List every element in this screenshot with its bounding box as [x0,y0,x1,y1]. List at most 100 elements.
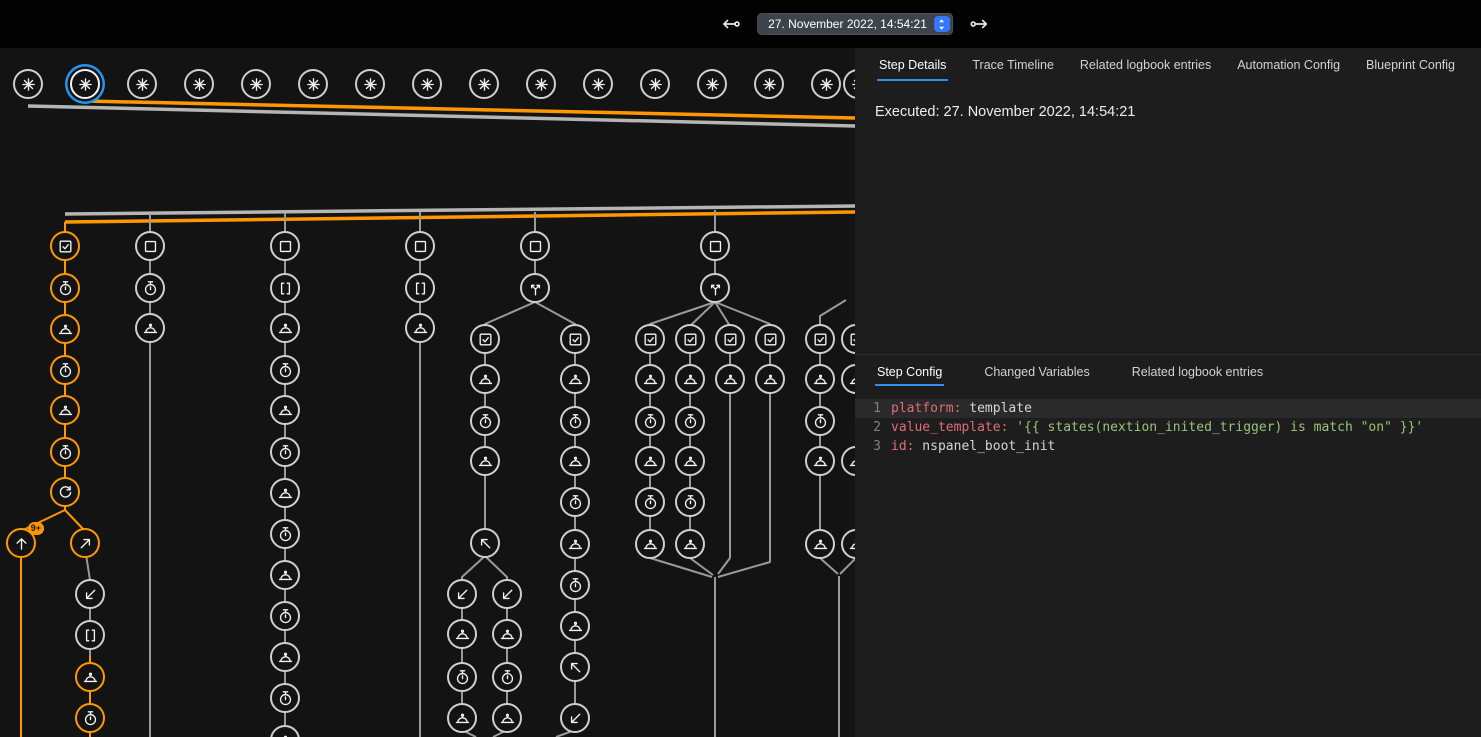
next-run-button[interactable] [969,13,991,35]
graph-node-service[interactable] [50,314,80,344]
graph-node-asterisk[interactable] [298,69,328,99]
graph-node-asterisk[interactable] [412,69,442,99]
graph-node-checkbox[interactable] [635,324,665,354]
graph-node-timer[interactable] [635,487,665,517]
graph-node-service[interactable] [715,364,745,394]
graph-node-arrow-down-left[interactable] [492,579,522,609]
graph-node-service[interactable] [75,662,105,692]
graph-node-service[interactable] [447,619,477,649]
graph-node-checkbox[interactable] [805,324,835,354]
tab-step-details[interactable]: Step Details [877,48,948,81]
graph-node-service[interactable] [135,313,165,343]
graph-node-service[interactable] [675,529,705,559]
graph-node-timer[interactable] [50,273,80,303]
graph-node-checkbox[interactable] [470,324,500,354]
graph-node-checkbox[interactable] [755,324,785,354]
graph-node-square[interactable] [405,231,435,261]
graph-node-asterisk[interactable] [640,69,670,99]
graph-node-timer[interactable] [560,406,590,436]
graph-node-service[interactable] [470,446,500,476]
graph-node-service[interactable] [560,529,590,559]
graph-node-arrow-up-right[interactable] [70,528,100,558]
graph-node-service[interactable] [270,313,300,343]
graph-node-checkbox[interactable] [715,324,745,354]
graph-node-square[interactable] [700,231,730,261]
graph-node-timer[interactable] [75,703,105,733]
graph-node-timer[interactable] [635,406,665,436]
graph-node-square[interactable] [135,231,165,261]
tab-trace-timeline[interactable]: Trace Timeline [970,48,1056,81]
run-select[interactable]: 27. November 2022, 14:54:21 [757,13,953,35]
graph-node-asterisk[interactable] [70,69,100,99]
graph-node-service[interactable] [50,395,80,425]
graph-node-service[interactable] [635,529,665,559]
graph-node-arrow-down-left[interactable] [560,703,590,733]
graph-node-service[interactable] [755,364,785,394]
tab-blueprint-config[interactable]: Blueprint Config [1364,48,1457,81]
graph-node-brackets[interactable] [75,620,105,650]
graph-node-timer[interactable] [805,406,835,436]
graph-node-service[interactable] [270,560,300,590]
tab-related-logbook-entries[interactable]: Related logbook entries [1078,48,1213,81]
graph-node-service[interactable] [841,446,855,476]
previous-run-button[interactable] [719,13,741,35]
graph-node-timer[interactable] [560,570,590,600]
graph-node-arrow-down-left[interactable] [447,579,477,609]
tab-related-logbook-entries[interactable]: Related logbook entries [1130,355,1265,386]
graph-node-timer[interactable] [492,662,522,692]
graph-node-asterisk[interactable] [526,69,556,99]
graph-node-service[interactable] [492,619,522,649]
graph-node-service[interactable] [805,364,835,394]
graph-node-service[interactable] [675,446,705,476]
graph-node-repeat[interactable] [50,477,80,507]
graph-node-service[interactable] [270,478,300,508]
graph-node-timer[interactable] [470,406,500,436]
graph-node-service[interactable] [635,446,665,476]
graph-node-timer[interactable] [135,273,165,303]
graph-node-service[interactable] [405,313,435,343]
graph-node-service[interactable] [841,529,855,559]
graph-node-asterisk[interactable] [583,69,613,99]
graph-node-split[interactable] [520,273,550,303]
graph-node-timer[interactable] [560,487,590,517]
graph-node-checkbox[interactable] [675,324,705,354]
yaml-code-viewer[interactable]: 1platform: template2value_template: '{{ … [855,399,1481,456]
graph-node-timer[interactable] [270,437,300,467]
graph-node-service[interactable] [635,364,665,394]
graph-node-service[interactable] [470,364,500,394]
graph-node-timer[interactable] [675,406,705,436]
graph-node-split[interactable] [700,273,730,303]
graph-node-asterisk[interactable] [355,69,385,99]
graph-node-timer[interactable] [675,487,705,517]
graph-node-square[interactable] [520,231,550,261]
graph-node-arrow-up[interactable]: 9+ [6,528,36,558]
graph-node-timer[interactable] [270,601,300,631]
graph-node-service[interactable] [560,611,590,641]
graph-node-timer[interactable] [270,683,300,713]
graph-node-service[interactable] [805,529,835,559]
graph-node-service[interactable] [841,364,855,394]
graph-node-service[interactable] [447,703,477,733]
graph-node-service[interactable] [270,642,300,672]
graph-node-checkbox[interactable] [841,324,855,354]
graph-node-service[interactable] [270,395,300,425]
graph-node-service[interactable] [560,364,590,394]
graph-node-timer[interactable] [447,662,477,692]
graph-node-service[interactable] [492,703,522,733]
graph-node-service[interactable] [270,725,300,737]
graph-node-asterisk[interactable] [241,69,271,99]
graph-node-asterisk[interactable] [811,69,841,99]
graph-node-brackets[interactable] [405,273,435,303]
graph-node-checkbox[interactable] [560,324,590,354]
graph-node-square[interactable] [270,231,300,261]
tab-step-config[interactable]: Step Config [875,355,944,386]
graph-node-asterisk[interactable] [469,69,499,99]
tab-changed-variables[interactable]: Changed Variables [982,355,1091,386]
graph-node-asterisk[interactable] [754,69,784,99]
graph-node-asterisk[interactable] [697,69,727,99]
graph-node-brackets[interactable] [270,273,300,303]
graph-node-timer[interactable] [50,355,80,385]
graph-node-checkbox[interactable] [50,231,80,261]
graph-node-asterisk[interactable] [127,69,157,99]
graph-node-service[interactable] [805,446,835,476]
